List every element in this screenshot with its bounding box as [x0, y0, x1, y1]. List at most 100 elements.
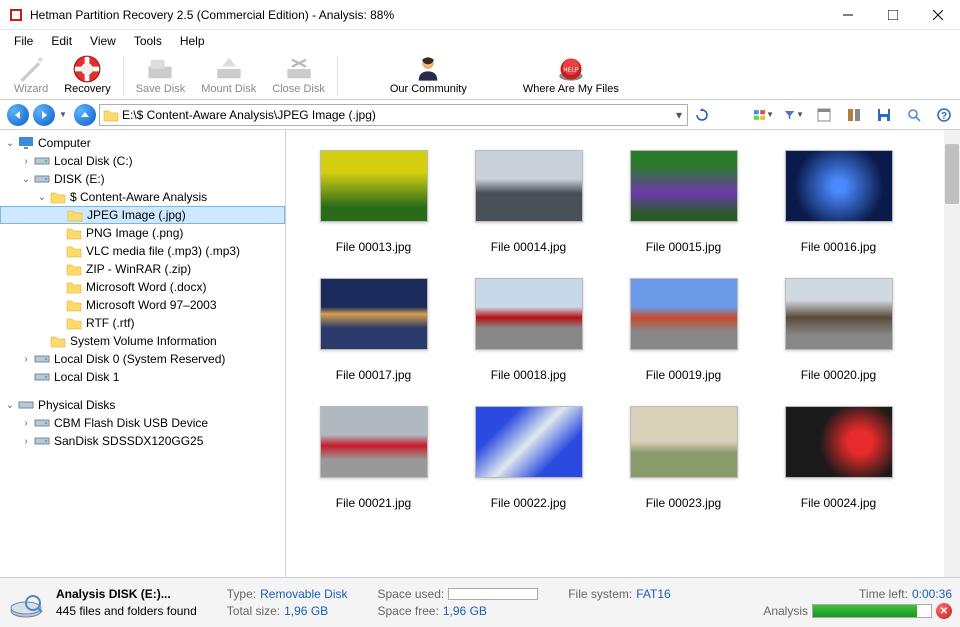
- menubar: File Edit View Tools Help: [0, 30, 960, 52]
- file-item[interactable]: File 00023.jpg: [606, 406, 761, 510]
- file-list[interactable]: File 00013.jpgFile 00014.jpgFile 00015.j…: [286, 130, 960, 577]
- twisty-icon[interactable]: ›: [20, 354, 32, 365]
- tree-item[interactable]: Local Disk 1: [0, 368, 285, 386]
- where-files-button[interactable]: HELP Where Are My Files: [515, 54, 627, 97]
- twisty-icon[interactable]: ⌄: [4, 400, 16, 411]
- tree-label: VLC media file (.mp3) (.mp3): [84, 244, 240, 258]
- tree-item[interactable]: System Volume Information: [0, 332, 285, 350]
- refresh-button[interactable]: [692, 104, 712, 126]
- file-item[interactable]: File 00021.jpg: [296, 406, 451, 510]
- tree-item[interactable]: › CBM Flash Disk USB Device: [0, 414, 285, 432]
- search-button[interactable]: [904, 105, 924, 125]
- tree-item[interactable]: ⌄ DISK (E:): [0, 170, 285, 188]
- history-dropdown[interactable]: ▼: [59, 110, 71, 119]
- file-item[interactable]: File 00016.jpg: [761, 150, 916, 254]
- twisty-icon[interactable]: ›: [20, 436, 32, 447]
- disk-icon: [18, 397, 34, 413]
- tree-item[interactable]: ›Local Disk 0 (System Reserved): [0, 350, 285, 368]
- menu-view[interactable]: View: [82, 32, 124, 50]
- tree-item[interactable]: ZIP - WinRAR (.zip): [0, 260, 285, 278]
- file-item[interactable]: File 00015.jpg: [606, 150, 761, 254]
- file-item[interactable]: File 00018.jpg: [451, 278, 606, 382]
- file-item[interactable]: File 00019.jpg: [606, 278, 761, 382]
- file-item[interactable]: File 00022.jpg: [451, 406, 606, 510]
- file-thumbnail: [630, 406, 738, 478]
- window-title: Hetman Partition Recovery 2.5 (Commercia…: [30, 8, 825, 22]
- tree-computer[interactable]: ⌄ Computer: [0, 134, 285, 152]
- close-button[interactable]: [915, 0, 960, 30]
- menu-tools[interactable]: Tools: [126, 32, 170, 50]
- tree-item[interactable]: › Local Disk (C:): [0, 152, 285, 170]
- tree-item[interactable]: ›SanDisk SDSSDX120GG25: [0, 432, 285, 450]
- folder-icon: [50, 189, 66, 205]
- menu-file[interactable]: File: [6, 32, 41, 50]
- file-thumbnail: [475, 150, 583, 222]
- recovery-button[interactable]: Recovery: [56, 54, 118, 97]
- file-item[interactable]: File 00024.jpg: [761, 406, 916, 510]
- tree-item[interactable]: VLC media file (.mp3) (.mp3): [0, 242, 285, 260]
- file-item[interactable]: File 00017.jpg: [296, 278, 451, 382]
- file-name: File 00018.jpg: [491, 368, 566, 382]
- view-mode-button[interactable]: ▼: [754, 105, 774, 125]
- tree-label: DISK (E:): [52, 172, 105, 186]
- save-button[interactable]: [874, 105, 894, 125]
- menu-help[interactable]: Help: [172, 32, 213, 50]
- file-name: File 00023.jpg: [646, 496, 721, 510]
- tree-item[interactable]: ⌄$ Content-Aware Analysis: [0, 188, 285, 206]
- person-icon: [414, 56, 442, 82]
- status-title: Analysis DISK (E:)...: [56, 587, 171, 601]
- twisty-icon[interactable]: ⌄: [36, 192, 48, 203]
- address-dropdown[interactable]: ▾: [671, 108, 687, 122]
- preview-button[interactable]: [814, 105, 834, 125]
- svg-text:HELP: HELP: [563, 67, 578, 73]
- forward-button[interactable]: [32, 103, 56, 127]
- file-name: File 00021.jpg: [336, 496, 411, 510]
- scrollbar-thumb[interactable]: [945, 144, 959, 204]
- help-button[interactable]: ?: [934, 105, 954, 125]
- status-count: 445 files and folders found: [56, 604, 197, 618]
- tree-item[interactable]: JPEG Image (.jpg): [0, 206, 285, 224]
- back-button[interactable]: [6, 103, 30, 127]
- tree-physical-disks[interactable]: ⌄ Physical Disks: [0, 396, 285, 414]
- tree-item[interactable]: RTF (.rtf): [0, 314, 285, 332]
- address-bar[interactable]: ▾: [99, 104, 688, 126]
- file-item[interactable]: File 00014.jpg: [451, 150, 606, 254]
- folder-tree[interactable]: ⌄ Computer › Local Disk (C:) ⌄ DISK (E:) ⌄$ …: [0, 130, 286, 577]
- disk-icon: [34, 171, 50, 187]
- stop-analysis-button[interactable]: ✕: [936, 603, 952, 619]
- twisty-icon[interactable]: ⌄: [20, 174, 32, 185]
- close-disk-button[interactable]: Close Disk: [264, 54, 333, 97]
- file-name: File 00016.jpg: [801, 240, 876, 254]
- tree-label: Local Disk (C:): [52, 154, 133, 168]
- save-disk-button[interactable]: Save Disk: [128, 54, 194, 97]
- up-button[interactable]: [73, 103, 97, 127]
- file-item[interactable]: File 00020.jpg: [761, 278, 916, 382]
- file-name: File 00020.jpg: [801, 368, 876, 382]
- folder-icon: [66, 243, 82, 259]
- maximize-button[interactable]: [870, 0, 915, 30]
- twisty-icon[interactable]: ›: [20, 156, 32, 167]
- twisty-icon[interactable]: ⌄: [4, 138, 16, 149]
- tree-label: CBM Flash Disk USB Device: [52, 416, 208, 430]
- file-item[interactable]: File 00013.jpg: [296, 150, 451, 254]
- community-button[interactable]: Our Community: [382, 54, 475, 97]
- navbar: ▼ ▾ ▼ ▼ ?: [0, 100, 960, 130]
- close-disk-icon: [285, 56, 313, 82]
- file-name: File 00019.jpg: [646, 368, 721, 382]
- file-thumbnail: [320, 278, 428, 350]
- wizard-button[interactable]: Wizard: [6, 54, 56, 97]
- options-button[interactable]: [844, 105, 864, 125]
- tree-item[interactable]: Microsoft Word (.docx): [0, 278, 285, 296]
- tree-item[interactable]: Microsoft Word 97–2003: [0, 296, 285, 314]
- toolbar: Wizard Recovery Save Disk Mount Disk Clo…: [0, 52, 960, 100]
- vertical-scrollbar[interactable]: [944, 130, 960, 577]
- filter-button[interactable]: ▼: [784, 105, 804, 125]
- folder-icon: [67, 207, 83, 223]
- address-input[interactable]: [122, 108, 671, 122]
- minimize-button[interactable]: [825, 0, 870, 30]
- menu-edit[interactable]: Edit: [43, 32, 80, 50]
- mount-disk-button[interactable]: Mount Disk: [193, 54, 264, 97]
- twisty-icon[interactable]: ›: [20, 418, 32, 429]
- separator: [337, 56, 338, 96]
- tree-item[interactable]: PNG Image (.png): [0, 224, 285, 242]
